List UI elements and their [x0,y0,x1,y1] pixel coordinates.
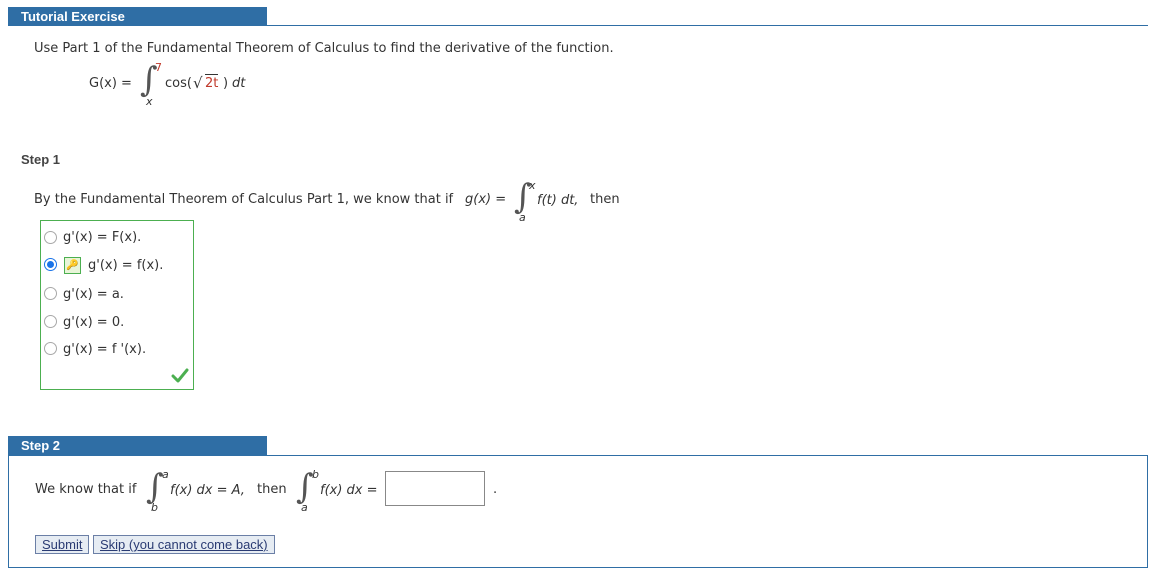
step2-int2-upper: b [312,468,319,481]
step1-then: then [590,192,620,207]
radio-choice-4[interactable] [44,315,57,328]
radio-choice-2[interactable] [44,258,57,271]
step1-g-def: g(x) = [465,192,507,207]
integrand-cos: cos( [165,76,192,91]
checkmark-icon [171,368,189,383]
key-icon[interactable]: 🔑 [64,257,81,274]
step1-integrand: f(t) dt, [537,193,579,208]
step2-period: . [493,482,498,497]
lower-limit: x [146,95,153,108]
step2-int2-body: f(x) dx = [320,483,378,498]
problem-instruction: Use Part 1 of the Fundamental Theorem of… [34,41,614,56]
submit-button[interactable]: Submit [35,535,90,554]
step2-text-if: We know that if [35,482,137,497]
step1-lower-limit: a [519,211,526,224]
choices-box [40,220,194,390]
step2-then: then [257,482,287,497]
step1-upper-limit: x [529,179,536,192]
choice-2-label: g'(x) = f(x). [88,258,164,273]
problem-lhs: G(x) = [89,76,132,91]
choice-3-label: g'(x) = a. [63,287,124,302]
choice-5-label: g'(x) = f '(x). [63,342,147,357]
dt-label: dt [232,76,246,91]
step2-label: Step 2 [21,438,61,453]
header-rule [267,25,1148,26]
integrand-close: ) [223,76,229,91]
choice-1-label: g'(x) = F(x). [63,230,142,245]
choice-4-label: g'(x) = 0. [63,315,125,330]
step1-text: By the Fundamental Theorem of Calculus P… [34,192,454,207]
skip-button[interactable]: Skip (you cannot come back) [93,535,275,554]
sqrt-symbol: √ [193,74,203,92]
step2-int1-upper: a [162,468,169,481]
radio-choice-3[interactable] [44,287,57,300]
radicand: 2t [205,74,219,91]
header-title: Tutorial Exercise [21,9,125,24]
tutorial-header: Tutorial Exercise [8,7,267,26]
step1-label: Step 1 [21,152,61,167]
answer-input[interactable] [385,471,485,506]
radio-choice-1[interactable] [44,231,57,244]
step2-int1-lower: b [151,501,158,514]
step2-int1-body: f(x) dx = A, [170,483,245,498]
radio-choice-5[interactable] [44,342,57,355]
upper-limit: 7 [155,61,162,74]
step2-int2-lower: a [301,501,308,514]
step2-header: Step 2 [8,436,267,455]
